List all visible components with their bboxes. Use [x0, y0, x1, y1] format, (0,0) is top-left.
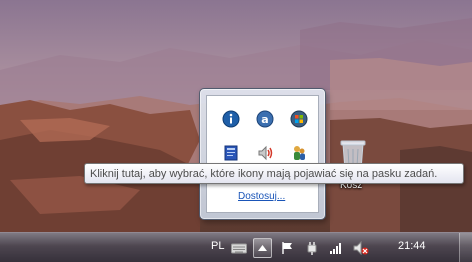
- taskbar: PL 21:44: [0, 232, 472, 262]
- power-plug-icon[interactable]: [304, 240, 320, 256]
- customize-link[interactable]: Dostosuj...: [238, 191, 285, 202]
- windows-update-icon[interactable]: [289, 109, 309, 129]
- users-icon[interactable]: [289, 143, 309, 163]
- clock[interactable]: 21:44: [398, 240, 426, 252]
- chevron-up-icon: [258, 245, 267, 251]
- overflow-icons-panel: a Dostosuj...: [206, 95, 319, 213]
- customize-tooltip: Kliknij tutaj, aby wybrać, które ikony m…: [84, 163, 464, 184]
- action-center-flag-icon[interactable]: [279, 240, 295, 256]
- volume-muted-icon[interactable]: [352, 240, 370, 256]
- language-indicator[interactable]: PL: [211, 240, 224, 252]
- svg-text:a: a: [261, 113, 268, 126]
- keyboard-icon[interactable]: [230, 240, 248, 256]
- info-icon[interactable]: [221, 109, 241, 129]
- show-hidden-icons-button[interactable]: [253, 238, 272, 258]
- dictionary-icon[interactable]: [221, 143, 241, 163]
- show-desktop-button[interactable]: [459, 233, 472, 262]
- volume-icon[interactable]: [255, 143, 275, 163]
- avast-icon[interactable]: a: [255, 109, 275, 129]
- notification-area-overflow-popup: a Dostosuj...: [199, 88, 326, 220]
- network-signal-icon[interactable]: [328, 240, 344, 256]
